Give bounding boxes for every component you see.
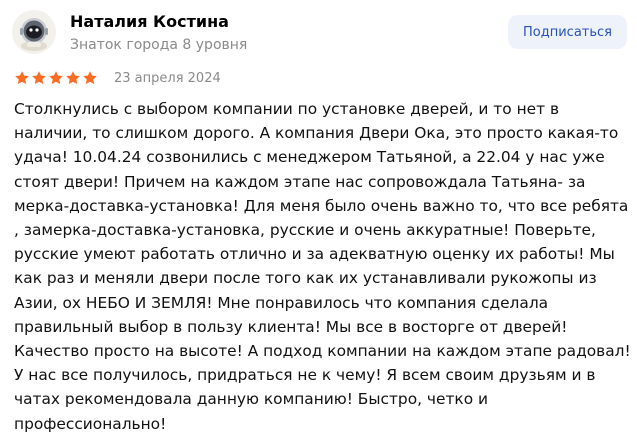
review-text-line: чатах рекомендовала данную компанию! Быс… [14, 390, 489, 409]
star-icon [15, 71, 29, 85]
review-text-line: Столкнулись с выбором компании по устано… [14, 100, 560, 118]
rating-stars [14, 70, 98, 86]
author-name[interactable]: Наталия Костина [70, 12, 229, 31]
star-icon [32, 71, 46, 85]
star-icon [49, 71, 63, 85]
astronaut-icon [20, 18, 48, 51]
author-level: Знаток города 8 уровня [70, 37, 248, 53]
review-text-line: русские умеют работать отлично и за адек… [14, 245, 615, 264]
review-text-line: , замерка-доставка-установка, русские и … [14, 221, 596, 240]
subscribe-button[interactable]: Подписаться [508, 15, 627, 49]
review-text-line: мерка-доставка-установка! Для меня было … [14, 196, 629, 215]
avatar[interactable] [12, 10, 56, 54]
review-text-line: удача! 10.04.24 созвонились с менеджером… [14, 148, 605, 167]
review-text-line: Качество просто на высоте! А подход комп… [14, 342, 631, 361]
star-icon [83, 71, 97, 85]
review-text-line: профессионально! [14, 414, 167, 433]
review-date: 23 апреля 2024 [114, 71, 221, 86]
review-text-line: Азии, ох НЕБО И ЗЕМЛЯ! Мне понравилось ч… [14, 293, 549, 312]
review-text-line: правильный выбор в пользу клиента! Мы вс… [14, 317, 568, 336]
review-text: Столкнулись с выбором компании по устано… [14, 97, 631, 436]
review-card: Наталия Костина Знаток города 8 уровня П… [0, 0, 637, 433]
review-text-line: У нас все получилось, придраться не к че… [14, 366, 596, 385]
review-text-line: стоят двери! Причем на каждом этапе нас … [14, 172, 586, 191]
review-text-line: наличии, то слишком дорого. А компания Д… [14, 124, 619, 143]
star-icon [66, 71, 80, 85]
subscribe-button-label: Подписаться [523, 24, 612, 40]
review-text-line: как раз и меняли двери после того как их… [14, 269, 597, 288]
